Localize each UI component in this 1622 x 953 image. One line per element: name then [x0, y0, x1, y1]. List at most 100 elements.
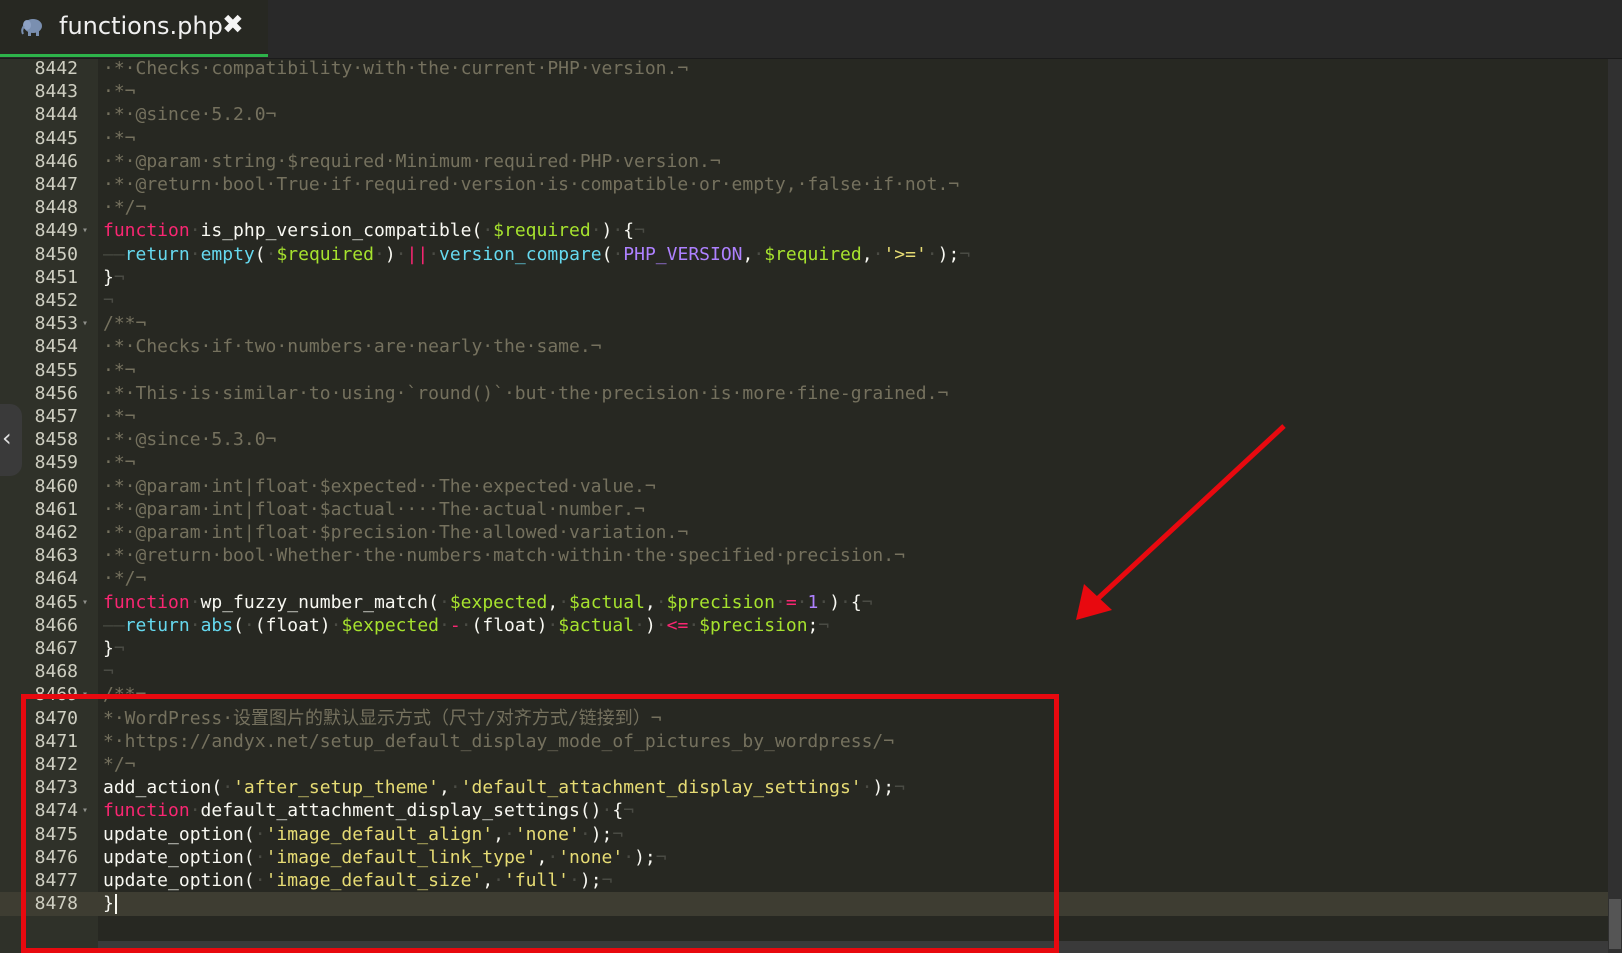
code-text: ·*·@param·int|float·$actual····The·actua… — [103, 498, 645, 522]
code-token: } — [103, 638, 114, 659]
fold-arrow-icon[interactable]: ▾ — [82, 219, 88, 243]
fold-arrow-icon[interactable]: ▾ — [82, 312, 88, 336]
code-line[interactable]: 8478} — [0, 892, 1622, 917]
line-number: 8450 — [34, 243, 78, 265]
code-line[interactable]: 8459 ·*¬ — [0, 451, 1622, 475]
code-line[interactable]: 8449 ▾ function·is_php_version_compatible(… — [0, 219, 1622, 243]
line-number: 8472 — [34, 754, 78, 775]
code-token: · — [254, 823, 266, 845]
tab-functions-php[interactable]: functions.php ✖ — [0, 0, 268, 57]
code-line[interactable]: 8461 ·*·@param·int|float·$actual····The·a… — [0, 498, 1622, 522]
line-number: 8453 — [34, 313, 78, 335]
sidebar-toggle[interactable]: ‹ — [0, 404, 22, 476]
code-line[interactable]: 8447 ·*·@return·bool·True·if·required·ver… — [0, 173, 1622, 197]
code-line[interactable]: 8450 ——return·empty(·$required·)·||·versi… — [0, 243, 1622, 267]
code-line[interactable]: 8469 ▾ /**¬ — [0, 683, 1622, 707]
code-line[interactable]: 8470 *·WordPress·设置图片的默认显示方式（尺寸/对齐方式/链接到）… — [0, 707, 1622, 731]
scrollbar-thumb[interactable] — [1609, 899, 1621, 949]
code-line[interactable]: 8472 */¬ — [0, 753, 1622, 777]
code-text: ·*·Checks·compatibility·with·the·current… — [103, 59, 688, 81]
code-text: } — [103, 892, 117, 916]
code-editor[interactable]: 8442 ·*·Checks·compatibility·with·the·cur… — [0, 59, 1622, 953]
code-line[interactable]: 8457 ·*¬ — [0, 405, 1622, 429]
code-token: · — [438, 591, 450, 613]
code-line[interactable]: 8473 add_action(·'after_setup_theme',·'de… — [0, 776, 1622, 800]
code-token: $required — [764, 243, 862, 265]
code-token: · — [439, 614, 450, 636]
code-token: ¬ — [894, 777, 905, 799]
code-line[interactable]: 8477 update_option(·'image_default_size',… — [0, 869, 1622, 893]
fold-arrow-icon[interactable]: ▾ — [82, 591, 88, 615]
code-token: · — [395, 243, 407, 265]
code-token: · — [547, 614, 559, 636]
code-line[interactable]: 8456 ·*·This·is·similar·to·using·`round()… — [0, 382, 1622, 406]
code-text: ·*¬ — [103, 359, 136, 383]
code-line[interactable]: 8460 ·*·@param·int|float·$expected··The·e… — [0, 475, 1622, 499]
code-line[interactable]: 8465 ▾ function·wp_fuzzy_number_match(·$ex… — [0, 591, 1622, 615]
code-text: ·*·@param·int|float·$expected··The·expec… — [103, 475, 656, 499]
code-line[interactable]: 8452 ¬ — [0, 289, 1622, 313]
code-token: is_php_version_compatible( — [200, 220, 483, 242]
code-line[interactable]: 8464 ·*/¬ — [0, 567, 1622, 591]
code-line[interactable]: 8474 ▾ function·default_attachment_display… — [0, 799, 1622, 823]
code-token: · — [189, 243, 201, 265]
code-line[interactable]: 8455 ·*¬ — [0, 359, 1622, 383]
code-line[interactable]: 8445 ·*¬ — [0, 127, 1622, 151]
code-line[interactable]: 8454 ·*·Checks·if·two·numbers·are·nearly·… — [0, 335, 1622, 359]
code-text: ·*¬ — [103, 80, 136, 104]
code-token: · — [189, 220, 201, 242]
code-line[interactable]: 8446 ·*·@param·string·$required·Minimum·r… — [0, 150, 1622, 174]
code-token: · — [222, 777, 234, 799]
vertical-scrollbar[interactable] — [1608, 59, 1622, 953]
code-line[interactable]: 8451}¬ — [0, 266, 1622, 290]
code-line[interactable]: 8443 ·*¬ — [0, 80, 1622, 104]
code-token: · — [623, 846, 635, 868]
code-token: PHP_VERSION — [623, 243, 743, 265]
line-number: 8461 — [34, 498, 78, 520]
code-token: ·*·@since·5.2.0¬ — [103, 104, 277, 126]
code-token: */¬ — [103, 754, 136, 775]
code-line[interactable]: 8475 update_option(·'image_default_align'… — [0, 823, 1622, 847]
line-number: 8446 — [34, 150, 78, 172]
code-line[interactable]: 8453 ▾ /**¬ — [0, 312, 1622, 336]
code-token: ·*·@since·5.3.0¬ — [103, 429, 277, 451]
code-token: ); — [872, 777, 895, 799]
fold-arrow-icon[interactable]: ▾ — [82, 683, 88, 707]
line-number: 8452 — [34, 290, 78, 311]
close-icon[interactable]: ✖ — [222, 10, 244, 40]
code-token: (float) — [254, 614, 331, 636]
code-token: ·*¬ — [103, 406, 136, 427]
code-token: ·*¬ — [103, 359, 136, 381]
code-line[interactable]: 8471 *·https://andyx.net/setup_default_di… — [0, 730, 1622, 754]
code-text: ——return·empty(·$required·)·||·version_c… — [103, 243, 970, 267]
code-token: · — [840, 591, 851, 613]
code-line[interactable]: 8458 ·*·@since·5.3.0¬ — [0, 428, 1622, 452]
code-text: }¬ — [103, 637, 125, 661]
code-token: 'after_setup_theme' — [233, 777, 439, 799]
code-line[interactable]: 8476 update_option(·'image_default_link_t… — [0, 846, 1622, 870]
code-line[interactable]: 8466 ——return·abs(·(float)·$expected·-·(f… — [0, 614, 1622, 638]
code-line[interactable]: 8463 ·*·@return·bool·Whether·the·numbers·… — [0, 544, 1622, 568]
code-line[interactable]: 8468 ¬ — [0, 660, 1622, 684]
code-line[interactable]: 8444 ·*·@since·5.2.0¬ — [0, 103, 1622, 127]
line-number: 8442 — [34, 59, 78, 79]
horizontal-scrollbar[interactable] — [98, 941, 1608, 953]
code-token: · — [612, 220, 624, 242]
fold-arrow-icon[interactable]: ▾ — [82, 799, 88, 823]
code-token: function — [103, 800, 190, 822]
code-line[interactable]: 8462 ·*·@param·int|float·$precision·The·a… — [0, 521, 1622, 545]
code-line[interactable]: 8448 ·*/¬ — [0, 196, 1622, 220]
code-text: update_option(·'image_default_link_type'… — [103, 846, 667, 870]
code-line[interactable]: 8442 ·*·Checks·compatibility·with·the·cur… — [0, 59, 1622, 81]
code-line[interactable]: 8467}¬ — [0, 637, 1622, 661]
line-number: 8454 — [34, 336, 78, 358]
code-token: 'full' — [504, 870, 570, 891]
line-number: 8443 — [34, 81, 78, 103]
line-number: 8464 — [34, 568, 78, 590]
code-token: add_action( — [103, 777, 223, 799]
code-text: ·*·@return·bool·True·if·required·version… — [103, 173, 959, 197]
code-text: */¬ — [103, 753, 136, 777]
code-token: · — [590, 220, 602, 242]
code-token: ( — [233, 614, 244, 636]
code-text: function·wp_fuzzy_number_match(·$expecte… — [103, 591, 873, 615]
